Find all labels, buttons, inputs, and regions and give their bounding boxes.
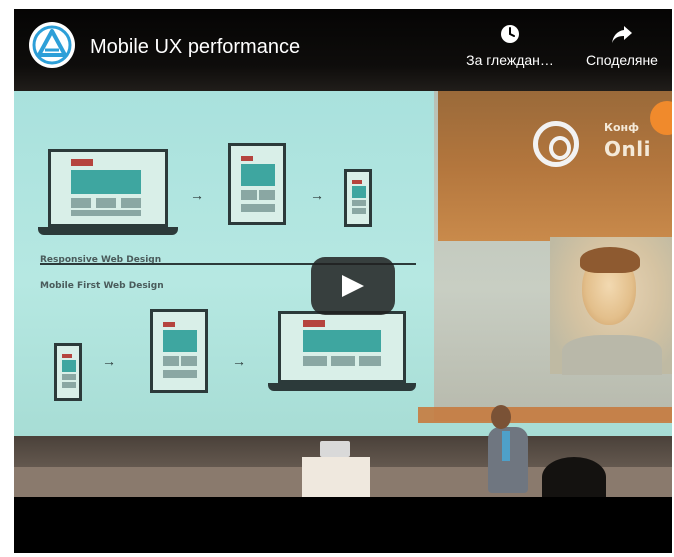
phone-drawing — [54, 343, 82, 401]
watch-later-label: За глеждан… — [466, 52, 554, 68]
speaker-photo-hair — [580, 247, 640, 273]
phone-drawing — [344, 169, 372, 227]
speaker-shirt — [502, 431, 510, 461]
speaker-head — [491, 405, 511, 429]
laptop-drawing — [48, 149, 168, 227]
laptop-drawing — [278, 311, 406, 383]
conference-logo-icon — [533, 121, 579, 167]
arrow-icon: → — [102, 353, 116, 369]
arrow-icon: → — [310, 187, 324, 203]
channel-logo-icon[interactable] — [29, 22, 75, 68]
share-label: Споделяне — [586, 52, 658, 68]
tablet-drawing — [150, 309, 208, 393]
speaker-photo-shirt — [562, 335, 662, 375]
video-title[interactable]: Mobile UX performance — [90, 36, 300, 59]
play-button[interactable] — [311, 257, 395, 315]
label-mobile-first-web-design: Mobile First Web Design — [40, 281, 164, 291]
video-embed[interactable]: Конф Onli → → Responsive Web Design Mobi… — [14, 9, 672, 553]
laptop-base — [268, 383, 416, 391]
player-bottom-area — [14, 497, 672, 553]
laptop-base — [38, 227, 178, 235]
clock-icon — [501, 25, 519, 43]
play-icon — [342, 275, 364, 297]
arrow-icon: → — [190, 187, 204, 203]
conference-name-top: Конф — [604, 121, 640, 134]
arrow-icon: → — [232, 353, 246, 369]
share-button[interactable]: Споделяне — [576, 23, 668, 68]
podium — [302, 457, 370, 497]
tablet-drawing — [228, 143, 286, 225]
watch-later-button[interactable]: За глеждан… — [464, 23, 556, 68]
player-top-bar: Mobile UX performance За глеждан… Сподел… — [14, 9, 672, 91]
slide-bottom-strip — [418, 407, 672, 423]
podium-laptop — [320, 441, 350, 457]
conference-name-bottom: Onli — [604, 137, 651, 161]
audience-silhouette — [542, 457, 606, 497]
share-arrow-icon — [612, 26, 632, 43]
